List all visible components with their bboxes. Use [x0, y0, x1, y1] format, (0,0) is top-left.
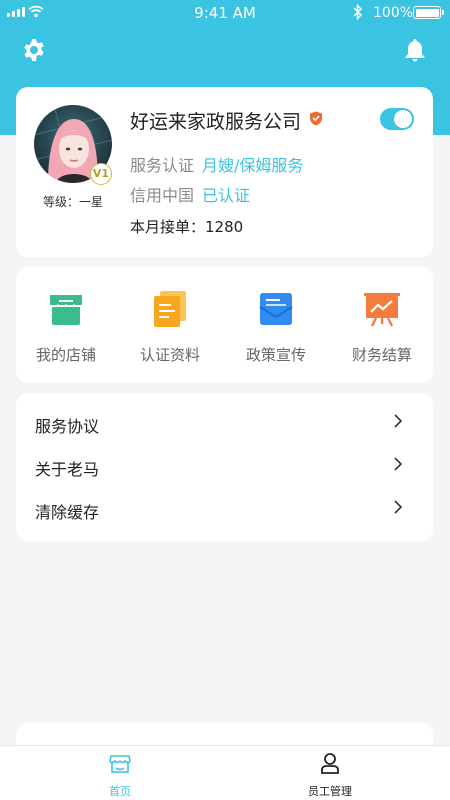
monthly-orders: 本月接单：1280 [130, 218, 244, 236]
menu-item-clear-cache[interactable]: 清除缓存 [16, 479, 433, 523]
quick-action-label: 我的店铺 [35, 346, 96, 364]
service-cert-row: 服务认证 月嫂/保姆服务 [130, 152, 303, 176]
chevron-right-icon [394, 457, 402, 471]
gear-icon[interactable] [22, 38, 46, 62]
status-bar: 9:41 AM 100% [0, 0, 450, 26]
menu-item-label: 清除缓存 [35, 503, 100, 522]
chevron-right-icon [394, 414, 402, 428]
menu-item-label: 服务协议 [35, 417, 100, 436]
quick-action-label: 认证资料 [139, 346, 200, 364]
verified-shield-icon [310, 111, 322, 126]
credit-row: 信用中国 已认证 [130, 182, 250, 206]
service-cert-label: 服务认证 [130, 156, 195, 175]
status-toggle[interactable] [380, 108, 414, 130]
credit-value: 已认证 [202, 186, 251, 205]
quick-action-cert-docs[interactable]: 认证资料 [120, 289, 220, 365]
tab-label: 首页 [109, 785, 131, 798]
tab-label: 员工管理 [308, 785, 352, 798]
profile-card: 等级：一星 好运来家政服务公司 服务认证 月嫂/保姆服务 信用中国 已认证 本月接单… [16, 87, 433, 257]
company-name: 好运来家政服务公司 [130, 111, 302, 133]
quick-action-label: 财务结算 [351, 346, 412, 364]
credit-label: 信用中国 [130, 186, 195, 205]
bluetooth-icon [353, 3, 363, 21]
battery-percent: 100% [373, 5, 414, 21]
menu-item-label: 关于老马 [35, 460, 100, 479]
quick-action-policy[interactable]: 政策宣传 [226, 289, 326, 365]
chevron-right-icon [394, 500, 402, 514]
quick-actions-card: 我的店铺 认证资料 政策宣传 财务结算 [16, 267, 433, 383]
mail-icon [259, 293, 293, 325]
store-icon [49, 295, 83, 325]
person-icon [321, 753, 339, 774]
tab-bar: 首页 员工管理 [0, 745, 450, 800]
tab-staff-management[interactable]: 员工管理 [270, 752, 390, 799]
quick-action-label: 政策宣传 [245, 346, 306, 364]
documents-icon [154, 291, 186, 327]
battery-icon [413, 6, 444, 19]
quick-action-store[interactable]: 我的店铺 [16, 289, 116, 365]
chart-board-icon [364, 293, 400, 327]
menu-item-service-agreement[interactable]: 服务协议 [16, 393, 433, 437]
tab-home[interactable]: 首页 [60, 752, 180, 799]
service-cert-value: 月嫂/保姆服务 [202, 156, 304, 175]
vip-badge: V1 [90, 163, 112, 185]
quick-action-finance[interactable]: 财务结算 [332, 289, 432, 365]
bell-icon[interactable] [404, 38, 426, 62]
menu-item-about[interactable]: 关于老马 [16, 436, 433, 480]
home-store-icon [109, 755, 131, 773]
settings-menu: 服务协议 关于老马 清除缓存 [16, 393, 433, 541]
member-level: 等级：一星 [42, 195, 103, 209]
